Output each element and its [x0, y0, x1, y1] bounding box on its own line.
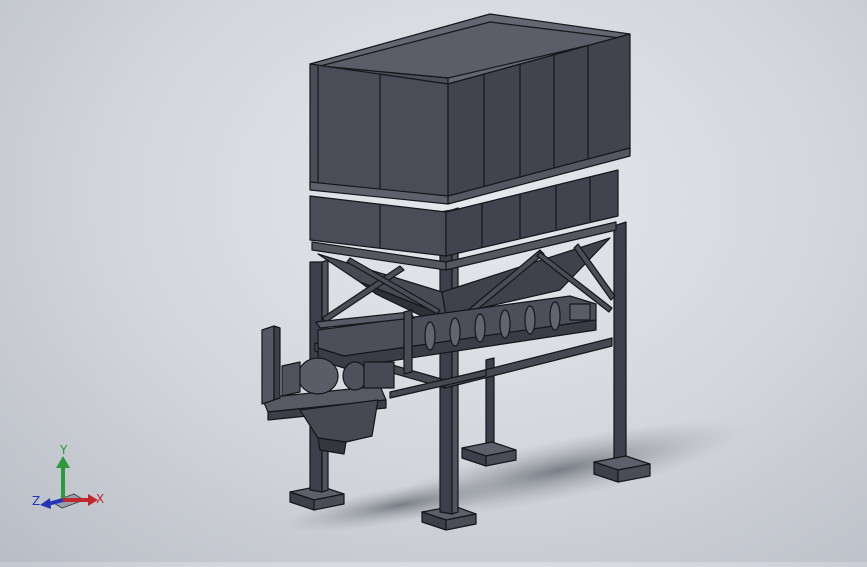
z-axis-label: Z — [32, 494, 40, 508]
x-axis-label: X — [96, 492, 104, 506]
3d-viewport[interactable]: Y X Z — [0, 0, 867, 562]
z-axis-arrow — [40, 498, 51, 509]
model-canvas[interactable]: Y X Z — [0, 0, 867, 562]
orientation-triad[interactable]: Y X Z — [32, 443, 104, 509]
upper-bin — [309, 13, 631, 205]
y-axis-arrow — [56, 456, 70, 468]
y-axis-label: Y — [59, 443, 68, 457]
